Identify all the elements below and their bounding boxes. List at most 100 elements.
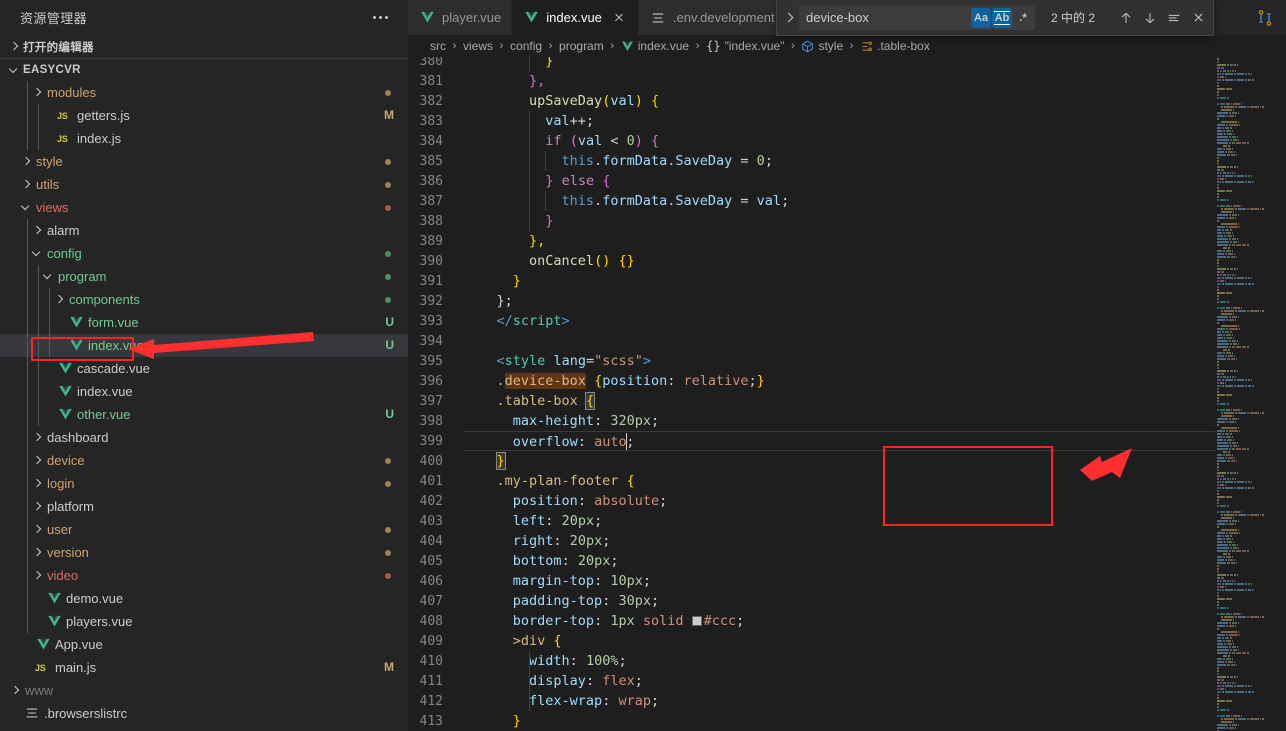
tree-item-index-vue[interactable]: index.vue [0,380,408,403]
breadcrumb-item-views[interactable]: views [461,39,495,53]
code-line[interactable]: 401 .my-plan-footer { [408,471,1215,491]
code-line[interactable]: 413 } [408,711,1215,731]
code-line[interactable]: 381 }, [408,71,1215,91]
code-line[interactable]: 399 overflow: auto; [408,431,1215,451]
code-line[interactable]: 385 this.formData.SaveDay = 0; [408,151,1215,171]
code-line[interactable]: 380 } [408,57,1215,71]
code-line[interactable]: 396 .device-box {position: relative;} [408,371,1215,391]
chevron-right-icon[interactable] [19,173,35,196]
editor-tab-player-vue[interactable]: player.vue [408,0,513,35]
code-line[interactable]: 391 } [408,271,1215,291]
close-find-icon[interactable] [1187,7,1209,29]
tree-item-video[interactable]: video [0,564,408,587]
tree-item-demo-vue[interactable]: demo.vue [0,587,408,610]
tree-item-App-vue[interactable]: App.vue [0,633,408,656]
minimap[interactable] [1215,57,1286,731]
chevron-right-icon[interactable] [30,472,46,495]
code-line[interactable]: 392 }; [408,291,1215,311]
chevron-down-icon[interactable] [41,265,57,288]
breadcrumb-item-config[interactable]: config [508,39,544,53]
chevron-right-icon[interactable] [30,495,46,518]
find-in-selection-icon[interactable] [1163,7,1185,29]
editor-tab-index-vue[interactable]: index.vue [512,0,639,35]
section-open-editors[interactable]: 打开的编辑器 [0,35,408,58]
code-line[interactable]: 383 val++; [408,111,1215,131]
chevron-right-icon[interactable] [19,150,35,173]
tree-item-platform[interactable]: platform [0,495,408,518]
tree-item-main-js[interactable]: JS main.js M [0,656,408,679]
code-line[interactable]: 406 margin-top: 10px; [408,571,1215,591]
find-input[interactable]: device-box [806,10,970,25]
code-line[interactable]: 408 border-top: 1px solid #ccc; [408,611,1215,631]
tree-item-login[interactable]: login [0,472,408,495]
tree-item--browserslistrc[interactable]: .browserslistrc [0,702,408,725]
use-regex-toggle[interactable]: .* [1013,8,1033,28]
code-line[interactable]: 384 if (val < 0) { [408,131,1215,151]
tree-item-style[interactable]: style [0,150,408,173]
code-line[interactable]: 395 <style lang="scss"> [408,351,1215,371]
explorer-more-actions-button[interactable] [366,7,394,29]
tree-item-device[interactable]: device [0,449,408,472]
chevron-right-icon[interactable] [30,219,46,242]
find-input-wrapper[interactable]: device-box Aa Ab .* [799,5,1035,30]
code-line[interactable]: 409 >div { [408,631,1215,651]
chevron-down-icon[interactable] [19,196,35,219]
chevron-right-icon[interactable] [30,518,46,541]
breadcrumb-item-program[interactable]: program [557,39,606,53]
breadcrumb-item-indexvue[interactable]: {} "index.vue" [704,39,786,53]
code-line[interactable]: 390 onCancel() {} [408,251,1215,271]
chevron-right-icon[interactable] [30,541,46,564]
chevron-right-icon[interactable] [30,564,46,587]
code-line[interactable]: 398 max-height: 320px; [408,411,1215,431]
tree-item-version[interactable]: version [0,541,408,564]
code-line[interactable]: 402 position: absolute; [408,491,1215,511]
code-line[interactable]: 400 } [408,451,1215,471]
breadcrumb-item-src[interactable]: src [428,39,448,53]
tree-item-program[interactable]: program [0,265,408,288]
tree-item-index-vue[interactable]: index.vue U [0,334,408,357]
chevron-right-icon[interactable] [30,81,46,104]
editor-tab--env-development[interactable]: .env.development [638,0,786,35]
code-line[interactable]: 393 </script> [408,311,1215,331]
close-tab-icon[interactable] [610,9,628,27]
toggle-replace-button[interactable] [777,0,799,36]
tree-item-user[interactable]: user [0,518,408,541]
code-line[interactable]: 405 bottom: 20px; [408,551,1215,571]
code-line[interactable]: 389 }, [408,231,1215,251]
tree-item-index-js[interactable]: JS index.js [0,127,408,150]
chevron-right-icon[interactable] [8,679,24,702]
color-swatch[interactable] [691,616,702,626]
tree-item-form-vue[interactable]: form.vue U [0,311,408,334]
match-case-toggle[interactable]: Aa [971,7,991,28]
code-line[interactable]: 412 flex-wrap: wrap; [408,691,1215,711]
chevron-right-icon[interactable] [30,426,46,449]
breadcrumb-item-indexvue[interactable]: index.vue [619,39,691,53]
code-content[interactable]: 380 } 381 }, 382 upSaveDay(val) {383 val++… [408,57,1215,731]
code-line[interactable]: 382 upSaveDay(val) { [408,91,1215,111]
chevron-right-icon[interactable] [52,288,68,311]
section-easycvr[interactable]: EASYCVR [0,58,408,81]
tree-item-config[interactable]: config [0,242,408,265]
breadcrumb-item-style[interactable]: style [799,39,845,53]
code-line[interactable]: 411 display: flex; [408,671,1215,691]
tree-item-utils[interactable]: utils [0,173,408,196]
tree-item-alarm[interactable]: alarm [0,219,408,242]
chevron-down-icon[interactable] [30,242,46,265]
tree-item-other-vue[interactable]: other.vue U [0,403,408,426]
code-line[interactable]: 410 width: 100%; [408,651,1215,671]
code-line[interactable]: 386 } else { [408,171,1215,191]
code-line[interactable]: 394 [408,331,1215,351]
code-line[interactable]: 404 right: 20px; [408,531,1215,551]
tree-item-views[interactable]: views [0,196,408,219]
code-line[interactable]: 388 } [408,211,1215,231]
find-next-icon[interactable] [1139,7,1161,29]
whole-word-toggle[interactable]: Ab [992,7,1012,28]
find-previous-icon[interactable] [1115,7,1137,29]
breadcrumb-item-table-box[interactable]: .table-box [858,39,932,53]
tree-item-modules[interactable]: modules [0,81,408,104]
split-editor-icon[interactable] [1256,9,1274,27]
code-line[interactable]: 397 .table-box { [408,391,1215,411]
code-line[interactable]: 403 left: 20px; [408,511,1215,531]
tree-item-getters-js[interactable]: JS getters.js M [0,104,408,127]
tree-item-www[interactable]: www [0,679,408,702]
